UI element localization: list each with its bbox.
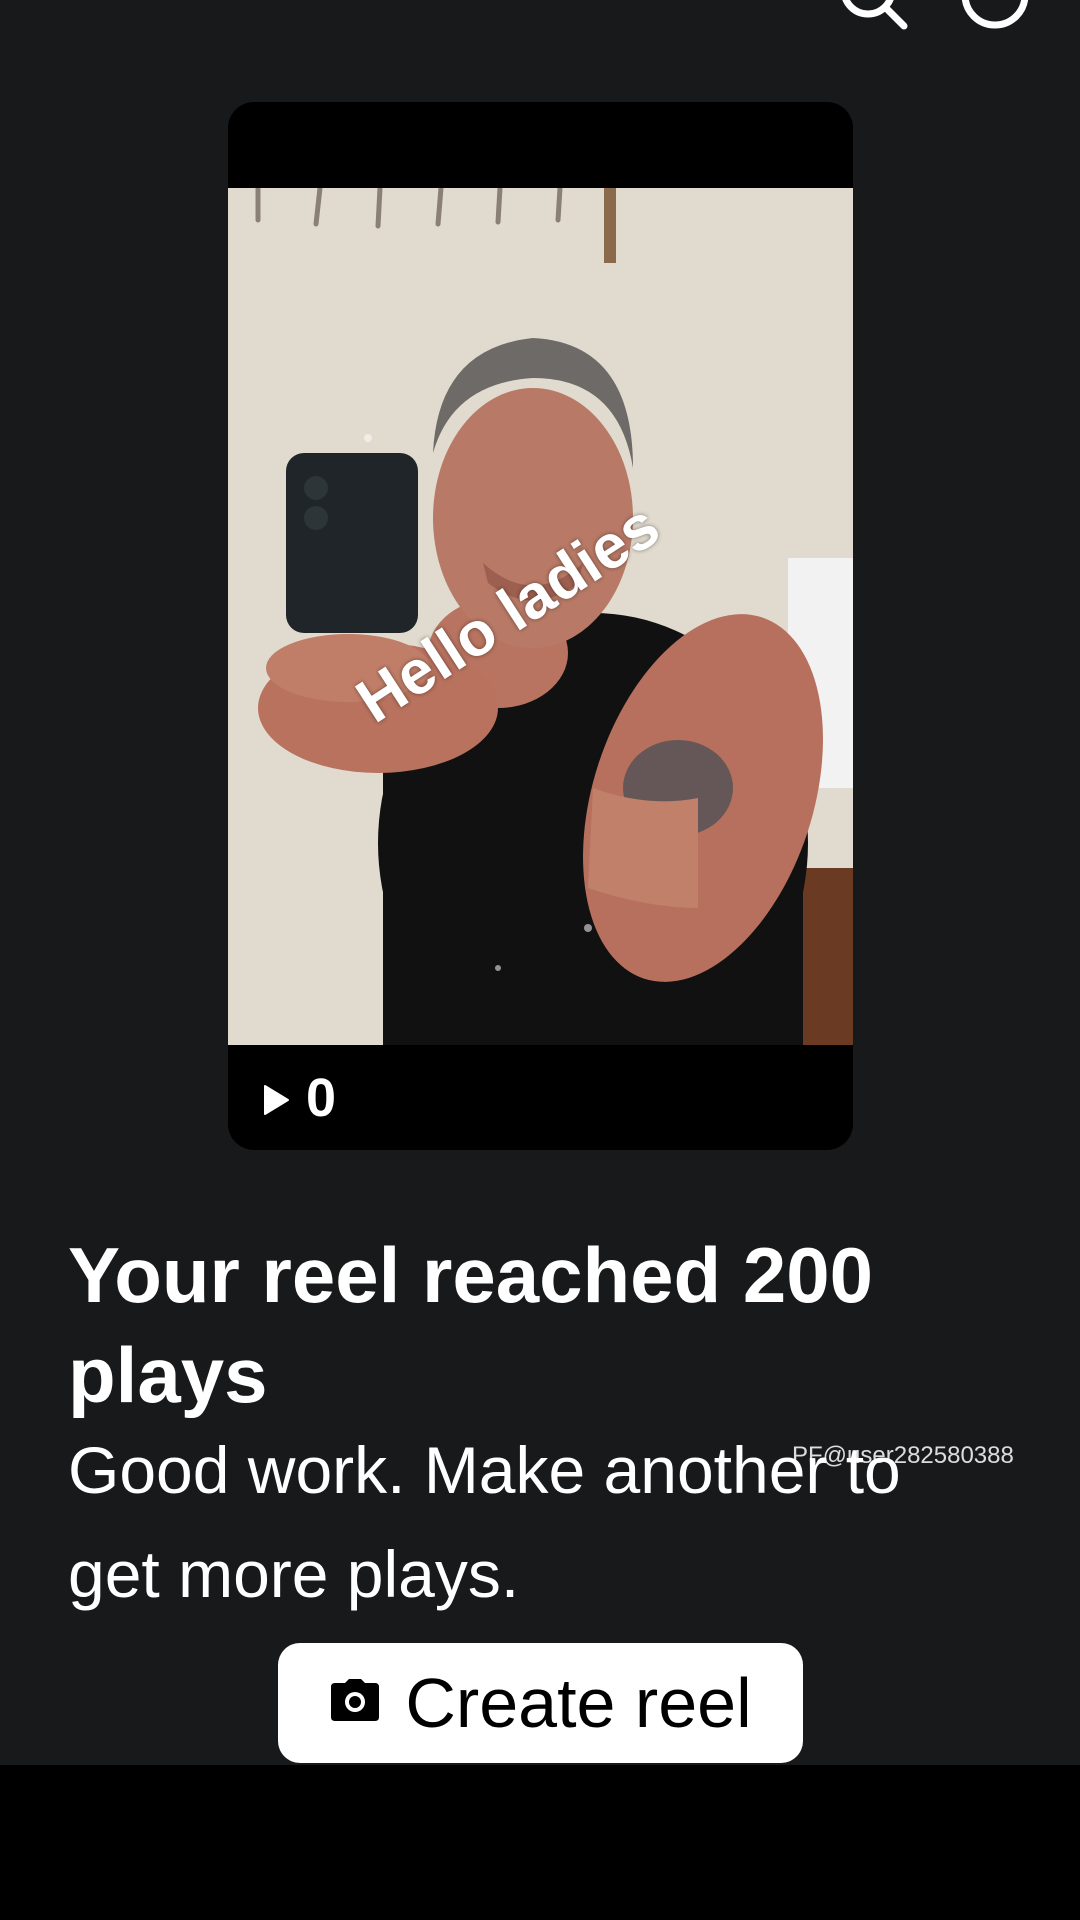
create-reel-button[interactable]: Create reel [278,1643,803,1763]
play-count-value: 0 [306,1067,337,1128]
milestone-title: Your reel reached 200 plays [68,1231,873,1419]
play-count: 0 [260,1045,336,1150]
watermark: PF@user282580388 [792,1442,1014,1469]
camera-icon [329,1678,381,1728]
search-icon[interactable] [838,0,908,30]
create-reel-label: Create reel [405,1664,752,1742]
milestone-panel: Hello ladies 0 Your reel reached 200 pla… [0,0,1080,1765]
profile-icon[interactable] [960,0,1030,30]
reel-preview-card[interactable]: Hello ladies 0 [228,102,853,1150]
play-icon [260,1067,292,1129]
screen: Hello ladies 0 Your reel reached 200 pla… [0,0,1080,1920]
reel-thumbnail: Hello ladies [228,188,853,1045]
